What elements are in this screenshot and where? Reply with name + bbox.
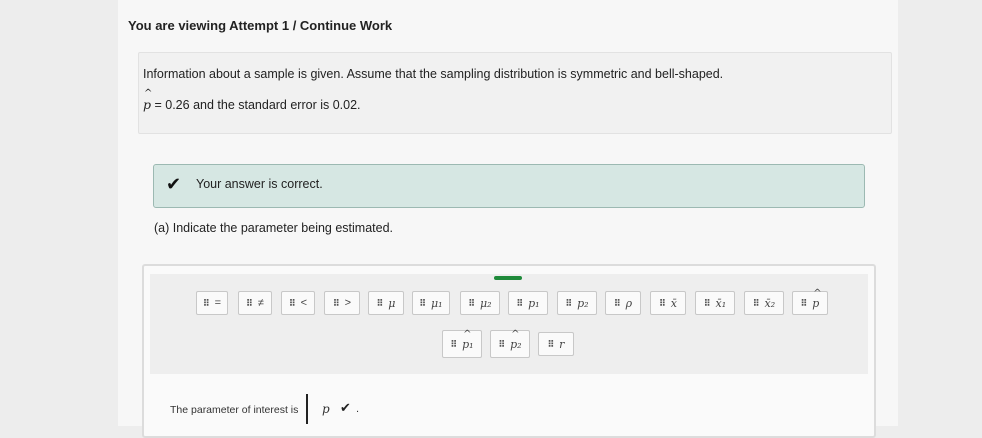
tile-mu[interactable]: ⠿ μ (368, 291, 404, 315)
drag-grip-icon: ⠿ (419, 297, 426, 308)
drag-grip-icon: ⠿ (516, 297, 523, 308)
tile-label: x̄₂ (764, 296, 776, 310)
drag-grip-icon: ⠿ (703, 297, 711, 308)
tile-label: μ (388, 296, 396, 310)
answer-work-area: ⠿ = ⠿ ≠ ⠿ < ⠿ > ⠿ μ ⠿ μ₁ ⠿ μ₂ ⠿ p₁ ⠿ p₂ ⠿ ρ ⠿ x̄ ⠿ x… (142, 264, 876, 438)
answer-period: . (356, 403, 360, 415)
drag-grip-icon: ⠿ (613, 297, 621, 308)
attempt-text: You are viewing Attempt 1 / (128, 18, 300, 33)
tile-not-equal[interactable]: ⠿ ≠ (238, 291, 272, 315)
drag-grip-icon: ⠿ (752, 297, 760, 308)
tile-label: x̄ (670, 296, 677, 310)
drag-grip-icon: ⠿ (659, 297, 666, 308)
answer-prompt: The parameter of interest is (170, 404, 299, 416)
answer-drop-slot[interactable] (306, 394, 308, 424)
tile-rho[interactable]: ⠿ ρ (605, 291, 641, 315)
tile-p-hat-2[interactable]: ⠿ p₂ (490, 329, 530, 358)
tile-x-bar[interactable]: ⠿ x̄ (650, 291, 686, 315)
tile-x-bar-1[interactable]: ⠿ x̄₁ (695, 291, 735, 315)
drag-grip-icon: ⠿ (800, 297, 808, 308)
problem-info-box: Information about a sample is given. Ass… (138, 52, 892, 134)
tile-label: ρ (625, 296, 633, 310)
drag-grip-icon: ⠿ (498, 338, 505, 349)
tile-less-than[interactable]: ⠿ < (281, 291, 315, 315)
problem-data-text: = 0.26 and the standard error is 0.02. (151, 98, 361, 112)
tile-label: μ₁ (431, 296, 443, 310)
tile-label: > (344, 297, 352, 309)
feedback-box: ✔ Your answer is correct. (153, 164, 865, 208)
tile-p-hat[interactable]: ⠿p (792, 288, 828, 315)
tile-label: p₁ (528, 296, 540, 310)
tile-label: < (300, 297, 308, 309)
tile-label: p₂ (577, 296, 589, 310)
tile-r[interactable]: ⠿ r (538, 332, 574, 356)
tile-label: p₁ (462, 329, 473, 351)
tile-x-bar-2[interactable]: ⠿ x̄₂ (744, 291, 784, 315)
drag-grip-icon: ⠿ (288, 297, 296, 308)
tile-label: = (214, 297, 222, 309)
tile-label: ≠ (257, 297, 264, 309)
continue-work-link[interactable]: Continue Work (300, 18, 392, 33)
tile-label: r (559, 337, 565, 351)
drag-grip-icon: ⠿ (450, 338, 457, 349)
drag-grip-icon: ⠿ (468, 297, 475, 308)
drag-grip-icon: ⠿ (246, 297, 253, 308)
assignment-page: You are viewing Attempt 1 / Continue Wor… (118, 0, 898, 438)
tile-greater-than[interactable]: ⠿ > (324, 291, 360, 315)
tile-label: p₂ (510, 329, 521, 351)
attempt-header: You are viewing Attempt 1 / Continue Wor… (128, 18, 392, 33)
tile-label: x̄₁ (715, 296, 727, 310)
drag-grip-icon: ⠿ (565, 297, 572, 308)
tile-mu1[interactable]: ⠿ μ₁ (412, 291, 450, 315)
tile-label: p (812, 288, 821, 310)
tile-p-hat-1[interactable]: ⠿ p₁ (442, 329, 482, 358)
tile-equals[interactable]: ⠿ = (196, 291, 228, 315)
drag-grip-icon: ⠿ (332, 297, 340, 308)
problem-statement: Information about a sample is given. Ass… (143, 67, 724, 81)
feedback-message: Your answer is correct. (196, 177, 323, 191)
tile-p1[interactable]: ⠿ p₁ (508, 291, 548, 315)
symbol-palette: ⠿ = ⠿ ≠ ⠿ < ⠿ > ⠿ μ ⠿ μ₁ ⠿ μ₂ ⠿ p₁ ⠿ p₂ ⠿ ρ ⠿ x̄ ⠿ x… (150, 274, 868, 374)
p-hat-symbol: p (143, 88, 152, 112)
answer-value[interactable]: p (322, 402, 330, 416)
check-icon: ✔ (340, 400, 351, 415)
palette-drag-handle[interactable] (494, 276, 522, 280)
tile-p2[interactable]: ⠿ p₂ (557, 291, 597, 315)
question-a: (a) Indicate the parameter being estimat… (154, 221, 394, 235)
tile-label: μ₂ (480, 296, 492, 310)
check-icon: ✔ (166, 174, 182, 194)
drag-grip-icon: ⠿ (376, 297, 384, 308)
drag-grip-icon: ⠿ (202, 297, 210, 308)
problem-data: p = 0.26 and the standard error is 0.02. (143, 88, 361, 112)
tile-mu2[interactable]: ⠿ μ₂ (460, 291, 500, 315)
drag-grip-icon: ⠿ (547, 338, 555, 349)
